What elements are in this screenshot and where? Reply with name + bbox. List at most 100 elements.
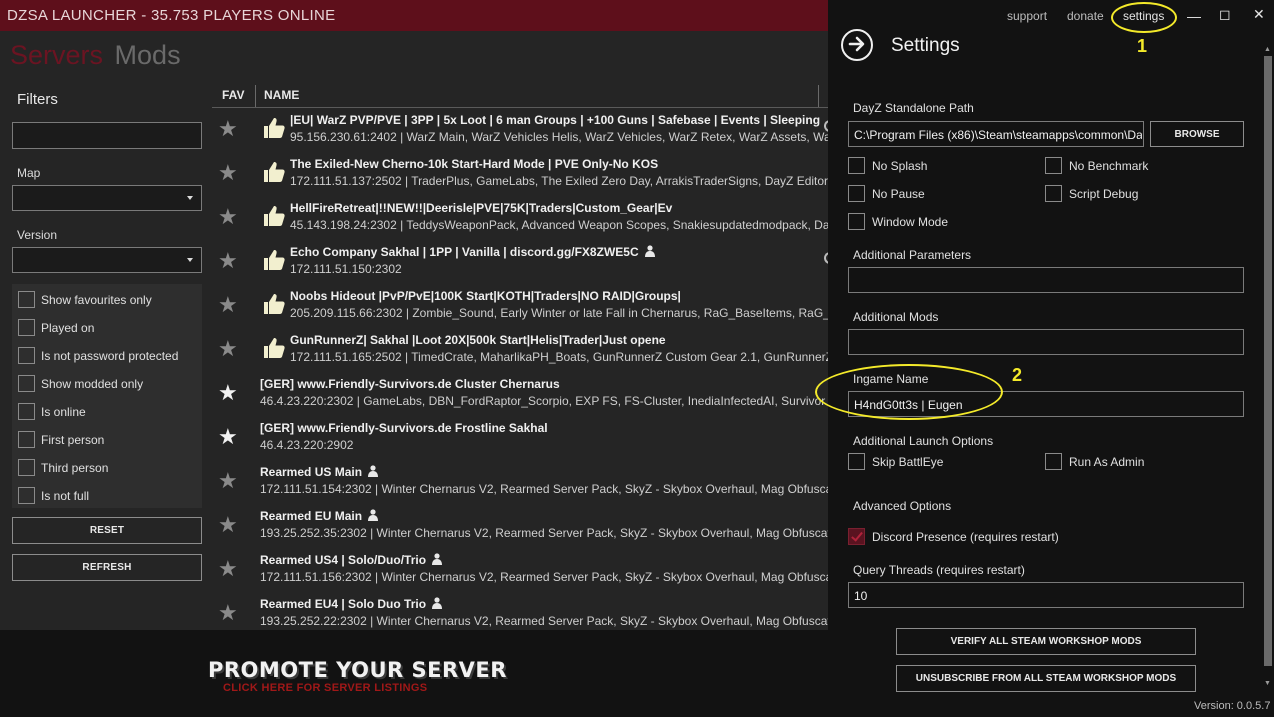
scroll-down-icon[interactable]: ▼ [1264, 680, 1271, 687]
maximize-icon[interactable]: ◻ [1219, 6, 1231, 23]
checkbox[interactable] [18, 347, 35, 364]
server-row[interactable]: ★ [GER] www.Friendly-Survivors.de Cluster… [212, 374, 828, 418]
person-icon [368, 509, 379, 521]
filter-search-input[interactable] [12, 122, 202, 149]
additional-mods-input[interactable] [848, 329, 1244, 355]
server-list-header: FAV NAME [212, 82, 828, 108]
version-label: Version [17, 228, 58, 242]
checkbox-label: Third person [41, 461, 109, 475]
additional-params-input[interactable] [848, 267, 1244, 293]
query-threads-value: 10 [854, 589, 868, 603]
server-name-text: GunRunnerZ| Sakhal |Loot 20X|500k Start|… [290, 333, 666, 347]
star-icon[interactable]: ★ [218, 206, 238, 228]
tab-mods[interactable]: Mods [115, 40, 181, 70]
server-name: Rearmed US Main [260, 465, 379, 479]
close-icon[interactable]: ✕ [1253, 6, 1265, 23]
server-row[interactable]: ★ Rearmed US Main 172.111.51.154:2302 | Wi… [212, 462, 828, 506]
map-label: Map [17, 166, 41, 180]
thumbs-up-icon [262, 160, 286, 184]
star-icon[interactable]: ★ [218, 294, 238, 316]
server-details: 172.111.51.165:2502 | TimedCrate, Maharl… [290, 350, 828, 364]
version-dropdown[interactable] [12, 247, 202, 273]
checkbox[interactable] [18, 487, 35, 504]
checkbox[interactable] [1045, 453, 1062, 470]
checkbox[interactable] [848, 185, 865, 202]
server-name-text: [GER] www.Friendly-Survivors.de Cluster … [260, 377, 560, 391]
checkbox-label: Script Debug [1069, 187, 1139, 201]
star-icon[interactable]: ★ [218, 470, 238, 492]
star-filled-icon[interactable]: ★ [218, 382, 238, 404]
checkbox[interactable] [848, 213, 865, 230]
star-icon[interactable]: ★ [218, 514, 238, 536]
advanced-options-label: Advanced Options [853, 499, 952, 513]
thumbs-up-icon [262, 248, 286, 272]
checkbox[interactable] [18, 459, 35, 476]
annotation-ellipse-ingame-name [815, 364, 1003, 420]
checkbox[interactable] [18, 375, 35, 392]
server-name: Rearmed US4 | Solo/Duo/Trio [260, 553, 443, 567]
support-link[interactable]: support [1007, 9, 1047, 23]
server-name-text: Rearmed US4 | Solo/Duo/Trio [260, 553, 427, 567]
minimize-icon[interactable]: — [1187, 8, 1201, 24]
settings-scrollbar[interactable] [1264, 56, 1272, 666]
dayz-path-input[interactable]: C:\Program Files (x86)\Steam\steamapps\c… [848, 121, 1144, 147]
person-icon [368, 465, 379, 477]
server-row[interactable]: ★ GunRunnerZ| Sakhal |Loot 20X|500k Start… [212, 330, 828, 374]
server-row[interactable]: ★ |EU| WarZ PVP/PVE | 3PP | 5x Loot | 6 m… [212, 110, 828, 154]
refresh-button[interactable]: REFRESH [12, 554, 202, 581]
star-icon[interactable]: ★ [218, 118, 238, 140]
checkbox-label: No Pause [872, 187, 925, 201]
checkbox-label: Played on [41, 321, 95, 335]
path-label: DayZ Standalone Path [853, 101, 974, 115]
server-row[interactable]: ★ [GER] www.Friendly-Survivors.de Frostli… [212, 418, 828, 462]
star-filled-icon[interactable]: ★ [218, 426, 238, 448]
server-row[interactable]: ★ The Exiled-New Cherno-10k Start-Hard Mo… [212, 154, 828, 198]
back-button[interactable] [841, 29, 873, 61]
checkbox[interactable] [18, 403, 35, 420]
star-icon[interactable]: ★ [218, 162, 238, 184]
star-icon[interactable]: ★ [218, 602, 238, 624]
checkbox[interactable] [848, 453, 865, 470]
server-details: 172.111.51.150:2302 [290, 262, 402, 276]
checkbox[interactable] [1045, 185, 1062, 202]
server-name: Rearmed EU4 | Solo Duo Trio [260, 597, 443, 611]
server-details: 46.4.23.220:2302 | GameLabs, DBN_FordRap… [260, 394, 828, 408]
server-list: FAV NAME ★ |EU| WarZ PVP/PVE | 3PP | 5x L… [212, 82, 828, 630]
scroll-up-icon[interactable]: ▲ [1264, 46, 1271, 53]
verify-mods-button[interactable]: VERIFY ALL STEAM WORKSHOP MODS [896, 628, 1196, 655]
server-row[interactable]: ★ Noobs Hideout |PvP/PvE|100K Start|KOTH|… [212, 286, 828, 330]
browse-button[interactable]: BROWSE [1150, 121, 1244, 147]
column-fav[interactable]: FAV [222, 88, 244, 102]
server-name: The Exiled-New Cherno-10k Start-Hard Mod… [290, 157, 658, 171]
checkbox[interactable] [18, 291, 35, 308]
checkbox[interactable] [848, 157, 865, 174]
server-row[interactable]: ★ Rearmed EU Main 193.25.252.35:2302 | Win… [212, 506, 828, 550]
annotation-number-1: 1 [1137, 36, 1148, 56]
reset-button[interactable]: RESET [12, 517, 202, 544]
server-details: 172.111.51.137:2502 | TraderPlus, GameLa… [290, 174, 828, 188]
server-name: GunRunnerZ| Sakhal |Loot 20X|500k Start|… [290, 333, 666, 347]
launcher-window: DZSA LAUNCHER - 35.753 PLAYERS ONLINE Se… [0, 0, 1274, 717]
donate-link[interactable]: donate [1067, 9, 1104, 23]
promote-server-banner[interactable]: PROMOTE YOUR SERVER CLICK HERE FOR SERVE… [0, 630, 828, 717]
server-row[interactable]: ★ Rearmed US4 | Solo/Duo/Trio 172.111.51.1… [212, 550, 828, 594]
server-row[interactable]: ★ HellFireRetreat|!!NEW!!|Deerisle|PVE|75… [212, 198, 828, 242]
server-details: 172.111.51.154:2302 | Winter Chernarus V… [260, 482, 828, 496]
tab-servers[interactable]: Servers [10, 40, 103, 70]
star-icon[interactable]: ★ [218, 338, 238, 360]
checkbox-label: Is not password protected [41, 349, 179, 363]
query-threads-input[interactable]: 10 [848, 582, 1244, 608]
server-details: 193.25.252.22:2302 | Winter Chernarus V2… [260, 614, 828, 628]
checkbox-label: No Benchmark [1069, 159, 1149, 173]
unsubscribe-mods-button[interactable]: UNSUBSCRIBE FROM ALL STEAM WORKSHOP MODS [896, 665, 1196, 692]
column-name[interactable]: NAME [264, 88, 299, 102]
map-dropdown[interactable] [12, 185, 202, 211]
checkbox[interactable] [1045, 157, 1062, 174]
checkbox[interactable] [18, 431, 35, 448]
star-icon[interactable]: ★ [218, 558, 238, 580]
server-row[interactable]: ★ Echo Company Sakhal | 1PP | Vanilla | d… [212, 242, 828, 286]
star-icon[interactable]: ★ [218, 250, 238, 272]
checkbox[interactable] [18, 319, 35, 336]
server-row[interactable]: ★ Rearmed EU4 | Solo Duo Trio 193.25.252.2… [212, 594, 828, 630]
checkbox-checked[interactable] [848, 528, 865, 545]
